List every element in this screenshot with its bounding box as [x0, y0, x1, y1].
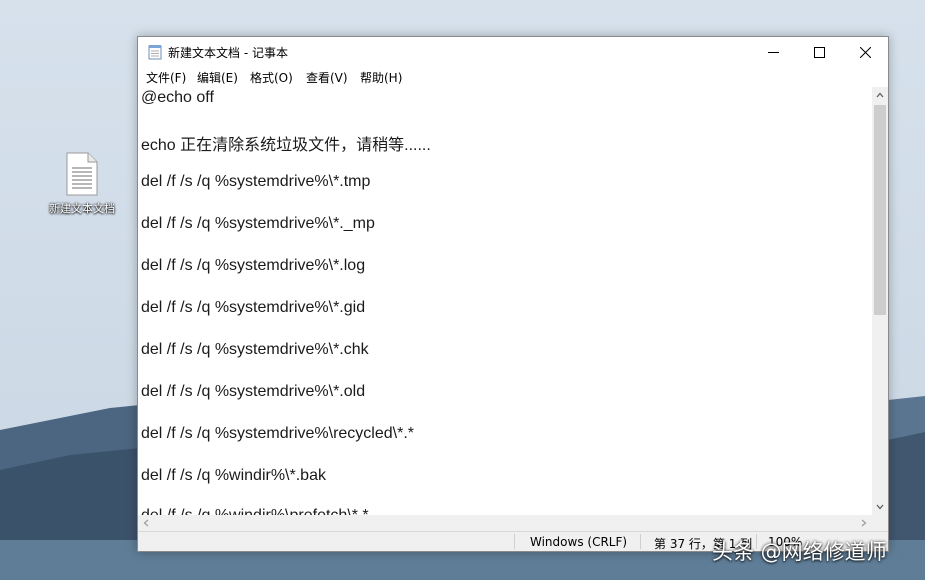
chevron-down-icon [876, 504, 884, 510]
desktop-file-icon[interactable]: 新建文本文档 [38, 152, 126, 216]
editor-line: del /f /s /q %windir%\prefetch\*.* [141, 507, 369, 515]
chevron-left-icon [143, 519, 149, 527]
scroll-up-button[interactable] [872, 87, 888, 103]
vertical-scrollbar[interactable] [872, 87, 888, 515]
editor-line: del /f /s /q %systemdrive%\*.tmp [141, 173, 371, 190]
scrollbar-corner [872, 515, 888, 531]
menu-file[interactable]: 文件(F) [146, 69, 186, 86]
text-editor[interactable]: @echo off echo 正在清除系统垃圾文件，请稍等...... del … [138, 87, 872, 515]
editor-line: del /f /s /q %systemdrive%\*._mp [141, 215, 375, 232]
editor-line: del /f /s /q %systemdrive%\*.old [141, 383, 366, 400]
editor-line: echo 正在清除系统垃圾文件，请稍等...... [141, 137, 431, 154]
window-title: 新建文本文档 - 记事本 [168, 46, 288, 60]
menu-format[interactable]: 格式(O) [250, 69, 293, 86]
editor-line: del /f /s /q %systemdrive%\recycled\*.* [141, 425, 414, 442]
maximize-icon [813, 46, 825, 58]
maximize-button[interactable] [796, 37, 842, 67]
minimize-icon [767, 51, 779, 53]
watermark: 头条 @网络修道师 [712, 540, 887, 564]
menu-edit[interactable]: 编辑(E) [197, 69, 238, 86]
vertical-scroll-thumb[interactable] [874, 105, 886, 315]
minimize-button[interactable] [750, 37, 796, 67]
editor-line: @echo off [141, 89, 214, 106]
text-document-icon [66, 152, 98, 196]
status-separator [514, 534, 515, 549]
menu-help[interactable]: 帮助(H) [360, 69, 402, 86]
notepad-icon [148, 45, 162, 60]
chevron-up-icon [876, 92, 884, 98]
horizontal-scrollbar[interactable] [138, 515, 872, 531]
notepad-window: 新建文本文档 - 记事本 文件(F) 编辑(E) 格式(O) 查看(V) 帮助(… [137, 36, 889, 552]
title-bar[interactable]: 新建文本文档 - 记事本 [138, 37, 888, 67]
menu-view[interactable]: 查看(V) [306, 69, 348, 86]
editor-line: del /f /s /q %systemdrive%\*.chk [141, 341, 369, 358]
close-icon [859, 46, 871, 58]
scroll-down-button[interactable] [872, 499, 888, 515]
close-button[interactable] [842, 37, 888, 67]
scroll-left-button[interactable] [138, 515, 154, 531]
editor-line: del /f /s /q %windir%\*.bak [141, 467, 326, 484]
editor-line: del /f /s /q %systemdrive%\*.gid [141, 299, 366, 316]
editor-line: del /f /s /q %systemdrive%\*.log [141, 257, 366, 274]
desktop-icon-label: 新建文本文档 [49, 202, 115, 215]
menu-bar: 文件(F) 编辑(E) 格式(O) 查看(V) 帮助(H) [138, 67, 888, 87]
status-line-ending: Windows (CRLF) [530, 535, 628, 549]
status-separator [640, 534, 641, 549]
scroll-right-button[interactable] [856, 515, 872, 531]
chevron-right-icon [861, 519, 867, 527]
